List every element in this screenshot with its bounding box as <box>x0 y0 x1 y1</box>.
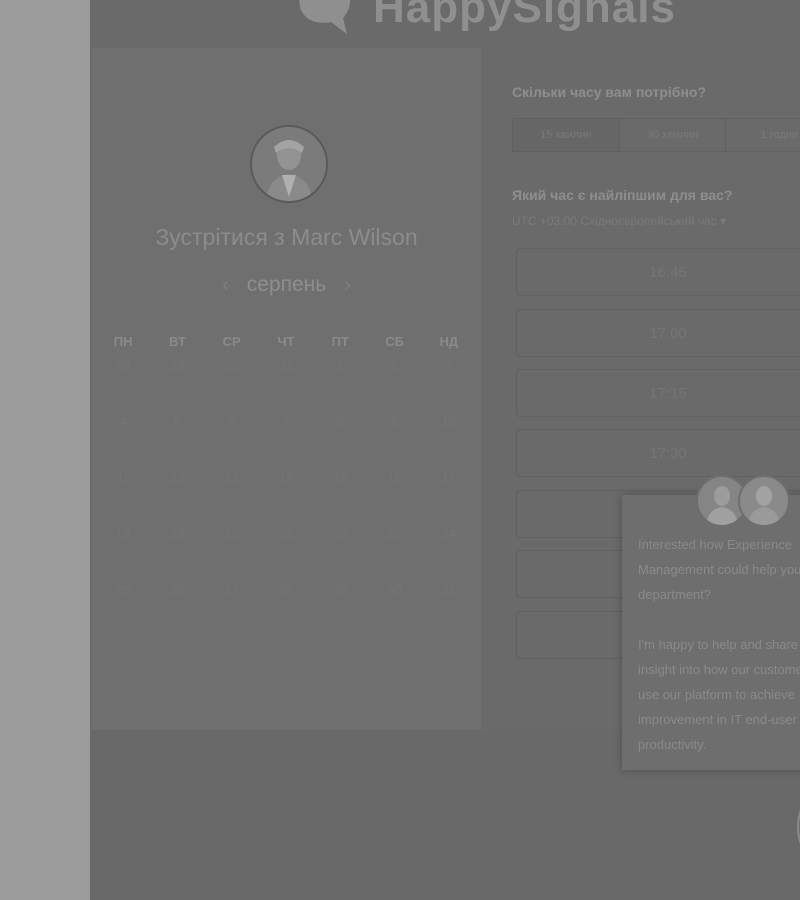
weekday-label: НД <box>439 334 459 349</box>
left-background-strip <box>0 0 90 900</box>
calendar-day[interactable]: 24 <box>422 526 476 582</box>
brand-name: HappySignals <box>373 0 676 32</box>
agent-avatar <box>738 475 790 527</box>
time-slot-label: 17:00 <box>649 324 687 342</box>
calendar-day[interactable]: 18 <box>96 526 150 582</box>
calendar-day[interactable]: 16 <box>367 470 421 526</box>
calendar-day[interactable]: 21 <box>259 526 313 582</box>
weekday-header: ПН ВТ СР ЧТ ПТ СБ НД <box>96 334 476 349</box>
time-slot-button[interactable]: 17:00 <box>516 309 800 357</box>
time-slot-button[interactable]: 17:30 <box>516 429 800 477</box>
calendar-day[interactable]: 12 <box>150 470 204 526</box>
chat-paragraph: I'm happy to help and share insight into… <box>638 637 800 752</box>
scheduler-card: Зустрітися з Marc Wilson ‹ серпень › ПН … <box>92 48 481 730</box>
chat-agent-avatars <box>696 475 790 527</box>
calendar-day[interactable]: 26 <box>150 582 204 638</box>
brand-logo: HappySignals <box>295 0 676 38</box>
calendar-day[interactable]: 28 <box>259 582 313 638</box>
duration-tabs: 15 хвилин 30 хвилин 1 годин <box>512 118 800 152</box>
calendar-day[interactable]: 31 <box>259 358 313 414</box>
calendar-day[interactable]: 3 <box>422 358 476 414</box>
calendar-day[interactable]: 20 <box>205 526 259 582</box>
calendar-day[interactable]: 2 <box>367 358 421 414</box>
time-question: Який час є найліпшим для вас? <box>512 187 733 203</box>
weekday-label: ЧТ <box>277 334 295 349</box>
logo-icon <box>295 0 355 34</box>
calendar-day[interactable]: 19 <box>150 526 204 582</box>
timezone-select[interactable]: UTC +03:00 Східноєвропейський час ▾ <box>512 214 726 228</box>
calendar-day[interactable]: 22 <box>313 526 367 582</box>
calendar-day[interactable]: 14 <box>259 470 313 526</box>
month-navigation: ‹ серпень › <box>92 273 481 297</box>
weekday-label: ПН <box>113 334 133 349</box>
calendar-day[interactable]: 31 <box>422 582 476 638</box>
chat-paragraph: Interested how Experience Management cou… <box>638 537 800 602</box>
meeting-title: Зустрітися з Marc Wilson <box>155 224 418 250</box>
calendar-day[interactable]: 11 <box>96 470 150 526</box>
calendar-day[interactable]: 28 <box>96 358 150 414</box>
chevron-left-icon[interactable]: ‹ <box>222 274 229 297</box>
calendar-grid: 28 29 30 31 1 2 3 4 5 6 7 8 9 10 11 12 1… <box>96 358 476 638</box>
calendar-day[interactable]: 6 <box>205 414 259 470</box>
weekday-label: СБ <box>385 334 404 349</box>
calendar-day[interactable]: 10 <box>422 414 476 470</box>
time-slot-label: 17:15 <box>649 384 687 402</box>
calendar-day[interactable]: 23 <box>367 526 421 582</box>
weekday-label: СР <box>222 334 241 349</box>
calendar-day[interactable]: 9 <box>367 414 421 470</box>
weekday-label: ПТ <box>331 334 349 349</box>
calendar-day[interactable]: 29 <box>313 582 367 638</box>
duration-option[interactable]: 1 годин <box>726 119 800 151</box>
calendar-day[interactable]: 17 <box>422 470 476 526</box>
duration-question: Скільки часу вам потрібно? <box>512 84 707 100</box>
time-slot-button[interactable]: 17:15 <box>516 369 800 417</box>
chat-message: Interested how Experience Management cou… <box>638 532 800 782</box>
calendar-day[interactable]: 4 <box>96 414 150 470</box>
weekday-label: ВТ <box>169 334 186 349</box>
calendar-day[interactable]: 29 <box>150 358 204 414</box>
calendar-day[interactable]: 1 <box>313 358 367 414</box>
calendar-day[interactable]: 8 <box>313 414 367 470</box>
month-name: серпень <box>246 273 327 296</box>
time-slot-button[interactable]: 16:45 <box>516 248 800 296</box>
chat-popup[interactable]: Interested how Experience Management cou… <box>622 475 800 770</box>
duration-option[interactable]: 15 хвилин <box>513 119 620 151</box>
calendar-day[interactable]: 5 <box>150 414 204 470</box>
calendar-day[interactable]: 13 <box>205 470 259 526</box>
calendar-day[interactable]: 25 <box>96 582 150 638</box>
calendar-day[interactable]: 30 <box>205 358 259 414</box>
calendar-day[interactable]: 27 <box>205 582 259 638</box>
calendar-day[interactable]: 15 <box>313 470 367 526</box>
time-slot-label: 17:30 <box>649 444 687 462</box>
calendar-day[interactable]: 7 <box>259 414 313 470</box>
chevron-right-icon[interactable]: › <box>344 274 351 297</box>
time-slot-label: 16:45 <box>649 263 687 281</box>
host-avatar <box>250 125 328 203</box>
duration-option[interactable]: 30 хвилин <box>620 119 727 151</box>
calendar-day[interactable]: 30 <box>367 582 421 638</box>
